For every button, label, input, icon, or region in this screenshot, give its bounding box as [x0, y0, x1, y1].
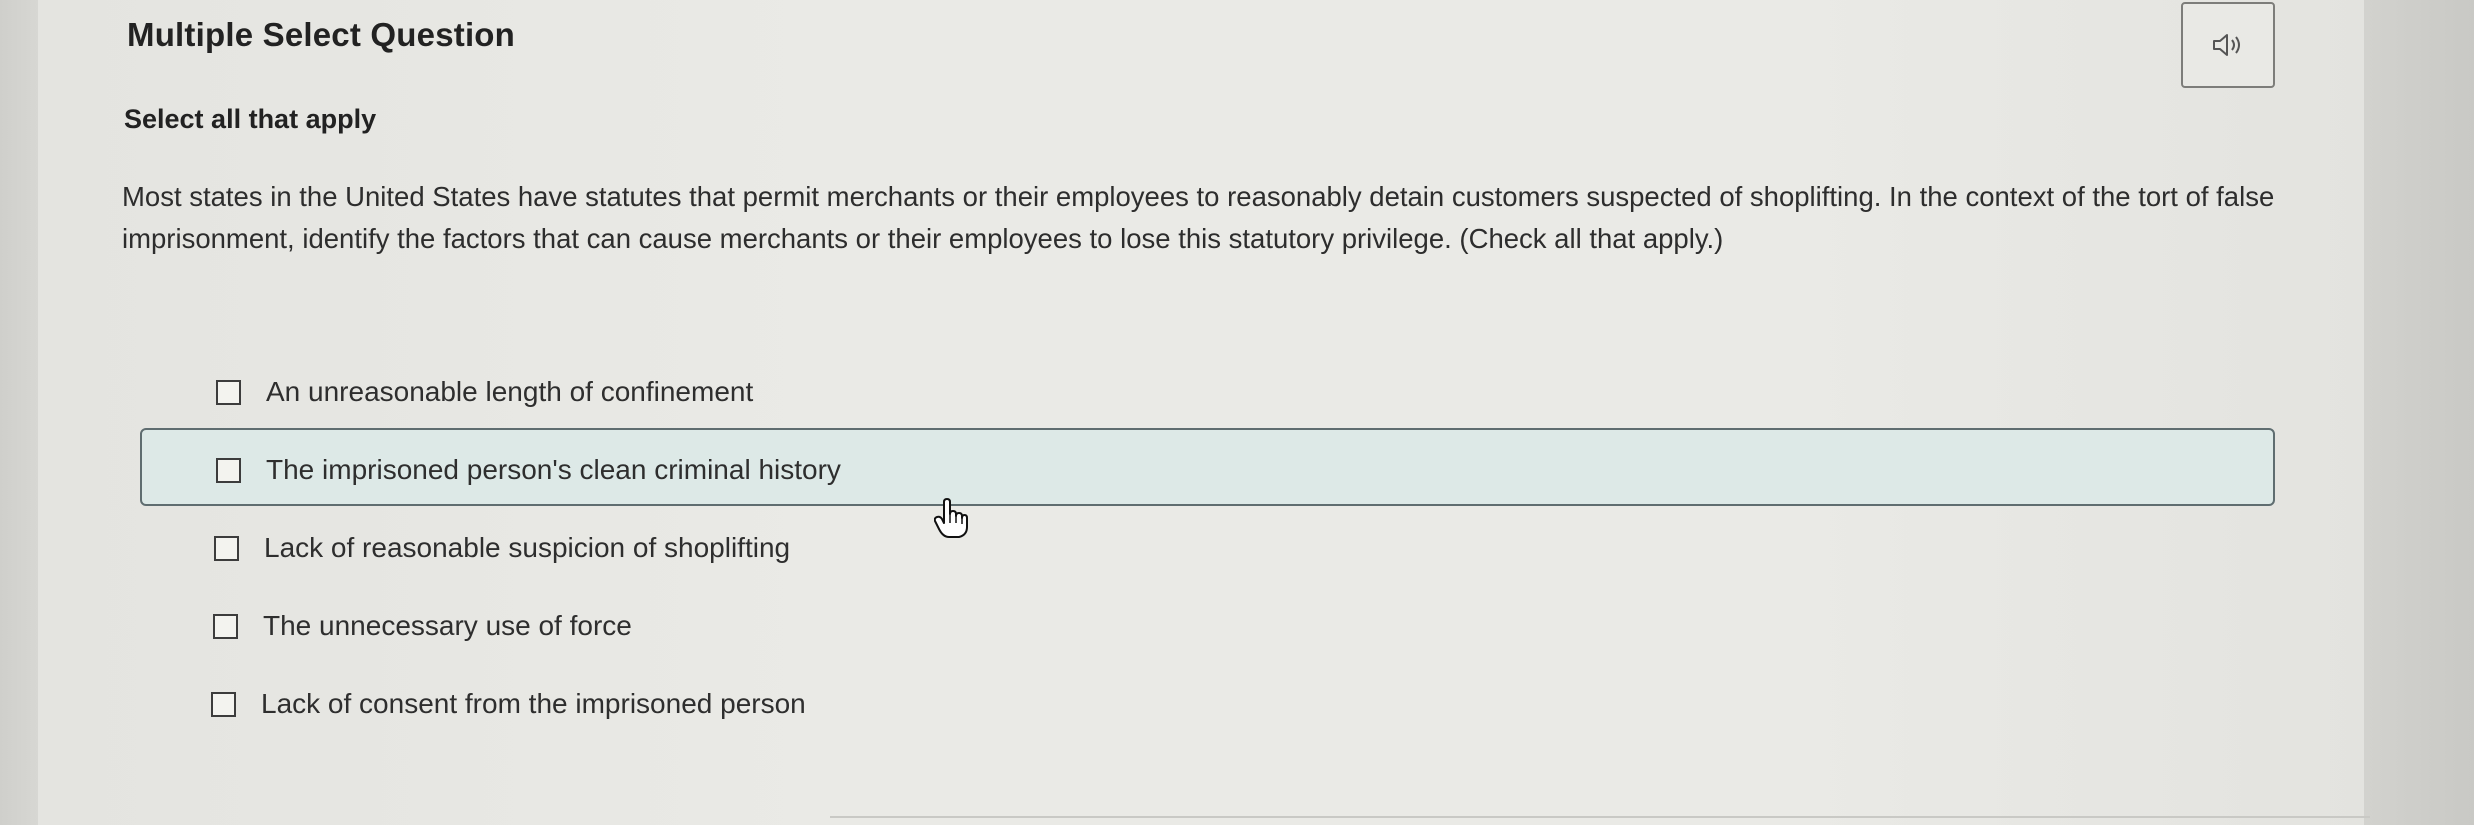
option-item[interactable]: Lack of consent from the imprisoned pers… [211, 688, 806, 720]
option-checkbox[interactable] [213, 613, 238, 639]
option-label: Lack of reasonable suspicion of shoplift… [264, 532, 791, 563]
option-checkbox[interactable] [211, 691, 236, 717]
left-margin [0, 0, 38, 825]
option-checkbox[interactable] [216, 457, 241, 483]
option-item[interactable]: An unreasonable length of confinement [216, 376, 753, 408]
question-prompt: Most states in the United States have st… [122, 181, 2275, 254]
question-type-title: Multiple Select Question [127, 16, 516, 53]
read-aloud-button[interactable] [2181, 2, 2275, 88]
right-margin [2364, 0, 2474, 825]
option-label: The imprisoned person's clean criminal h… [266, 454, 841, 485]
hand-pointer-icon [934, 498, 968, 538]
option-checkbox[interactable] [214, 535, 239, 561]
option-item[interactable]: The imprisoned person's clean criminal h… [216, 454, 841, 486]
option-label: The unnecessary use of force [263, 610, 632, 641]
option-label: An unreasonable length of confinement [266, 376, 754, 407]
speaker-icon [2213, 34, 2240, 56]
option-label: Lack of consent from the imprisoned pers… [261, 688, 806, 719]
instruction-text: Select all that apply [124, 104, 377, 134]
option-checkbox[interactable] [216, 379, 241, 405]
option-item[interactable]: Lack of reasonable suspicion of shoplift… [214, 532, 790, 564]
option-item[interactable]: The unnecessary use of force [213, 610, 632, 642]
footer-divider [830, 816, 2370, 818]
